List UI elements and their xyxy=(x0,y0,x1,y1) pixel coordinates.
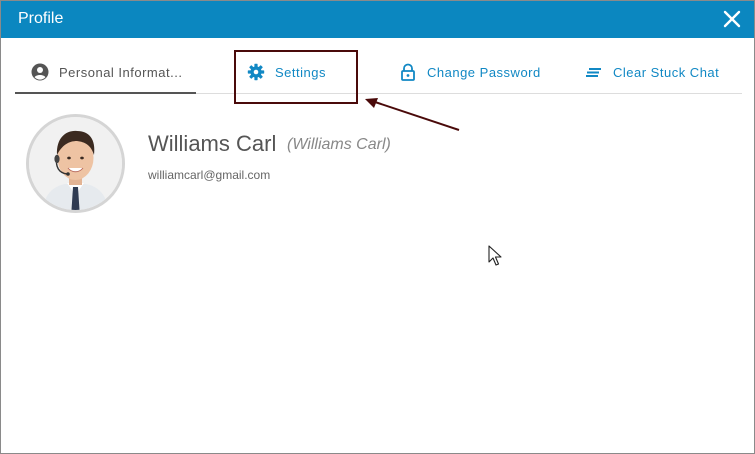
profile-dialog: Profile Personal Informat... Settings Ch… xyxy=(0,0,755,454)
tab-label: Change Password xyxy=(427,64,541,80)
user-alias: (Williams Carl) xyxy=(287,136,391,153)
annotation-arrow xyxy=(365,98,460,131)
dialog-titlebar: Profile xyxy=(1,1,754,38)
user-name: Williams Carl xyxy=(148,131,277,156)
tab-label: Personal Informat... xyxy=(59,64,183,80)
tab-change-password[interactable]: Change Password xyxy=(399,51,541,93)
tab-personal-information[interactable]: Personal Informat... xyxy=(31,51,182,93)
avatar xyxy=(26,114,125,213)
annotation-highlight-box xyxy=(234,50,358,104)
close-icon[interactable] xyxy=(722,9,742,29)
mouse-pointer-icon xyxy=(488,245,502,266)
list-lines-icon xyxy=(585,63,603,81)
tab-clear-stuck-chat[interactable]: Clear Stuck Chat xyxy=(585,51,719,93)
tab-label: Clear Stuck Chat xyxy=(613,64,720,80)
user-circle-icon xyxy=(31,63,49,81)
lock-icon xyxy=(399,63,417,81)
active-tab-indicator xyxy=(15,92,196,94)
dialog-title: Profile xyxy=(18,10,64,27)
user-email: williamcarl@gmail.com xyxy=(148,168,271,182)
